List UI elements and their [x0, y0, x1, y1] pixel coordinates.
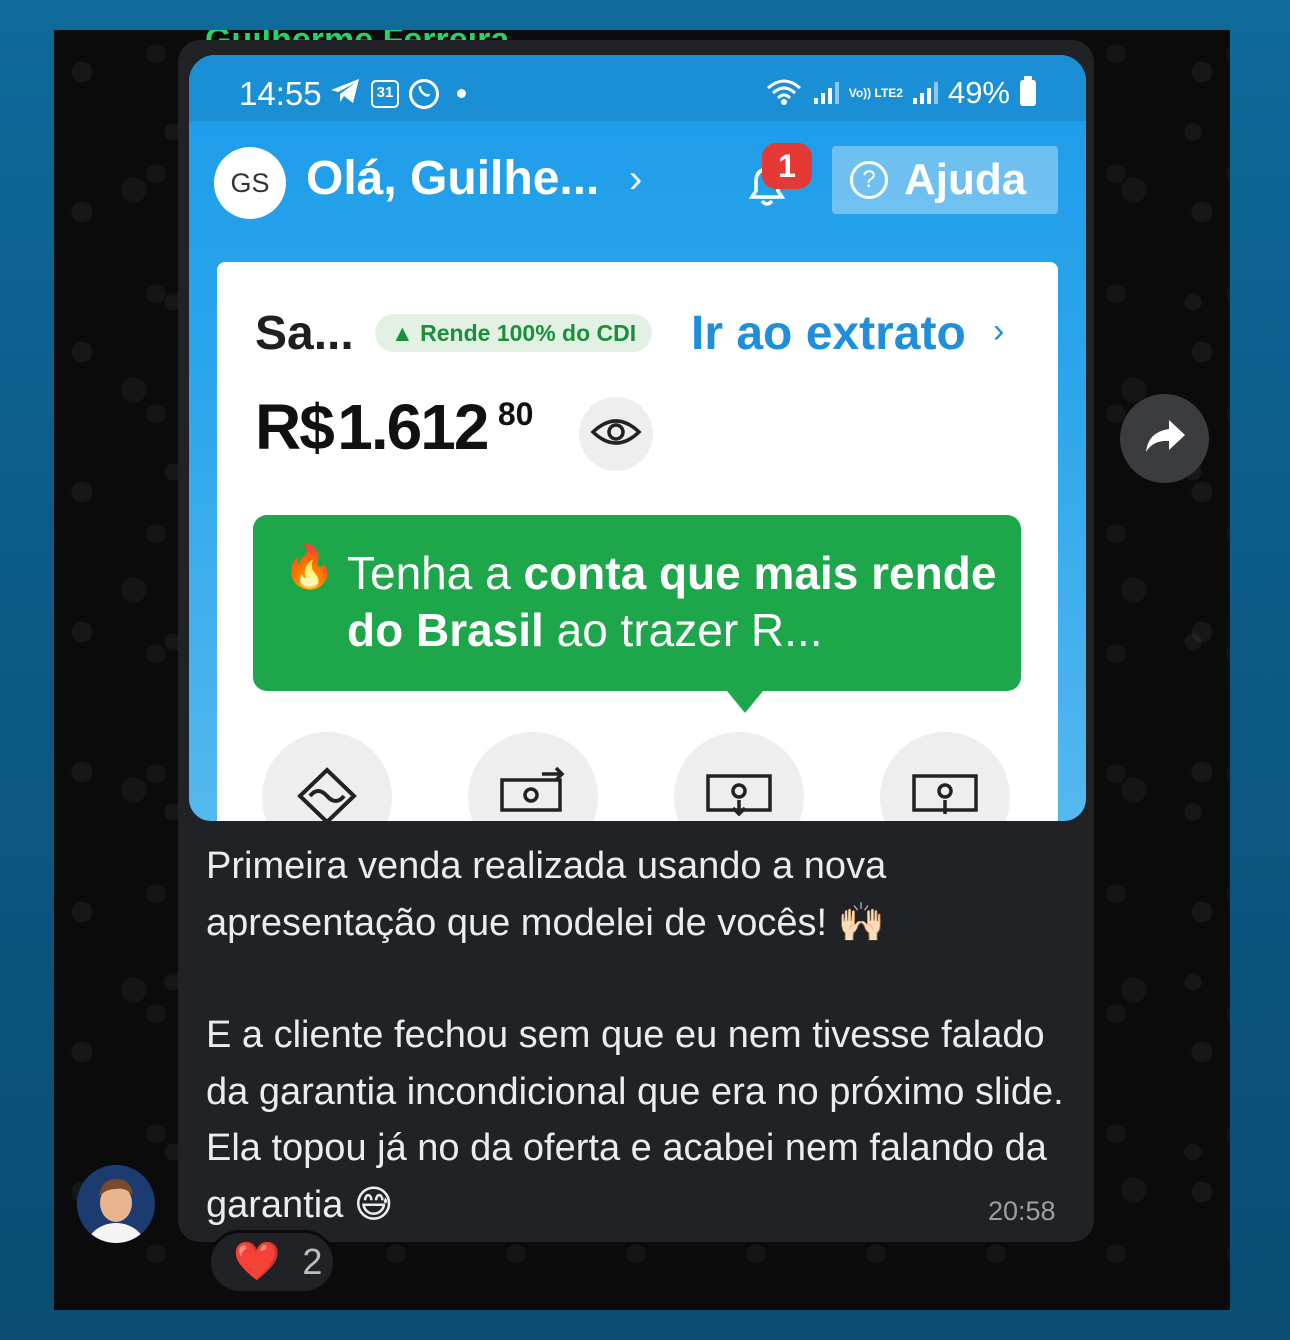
transfer-button[interactable] — [468, 732, 598, 821]
fire-icon: 🔥 — [283, 543, 336, 590]
reaction-count: 2 — [302, 1241, 323, 1282]
message-paragraph: Primeira venda realizada usando a nova a… — [206, 845, 887, 944]
pix-icon — [292, 766, 362, 821]
signal-2-icon — [912, 82, 938, 104]
toggle-visibility-button[interactable] — [579, 397, 653, 471]
promo-text: Tenha a conta que mais rende do Brasil a… — [347, 547, 997, 656]
forward-button[interactable] — [1120, 394, 1209, 483]
signal-icon — [813, 82, 839, 104]
transfer-icon — [498, 766, 568, 821]
pix-button[interactable] — [262, 732, 392, 821]
help-button[interactable]: ? Ajuda — [832, 146, 1058, 214]
promo-banner[interactable]: 🔥 Tenha a conta que mais rende do Brasil… — [253, 515, 1021, 713]
withdraw-button[interactable] — [674, 732, 804, 821]
greeting[interactable]: Olá, Guilhe... — [306, 151, 599, 206]
balance-value: 1.612 — [337, 391, 489, 463]
volte-icon: Vo)) LTE2 — [848, 86, 903, 100]
eye-icon — [590, 416, 642, 453]
notification-dot-icon — [457, 89, 466, 98]
status-bar: 14:55 31 Vo)) LTE2 49% — [189, 55, 1086, 121]
statement-link[interactable]: Ir ao extrato — [691, 306, 966, 361]
message-paragraph: E a cliente fechou sem que eu nem tivess… — [206, 1014, 1064, 1226]
action-row — [262, 732, 1022, 821]
app-header: GS Olá, Guilhe... › 1 ? Ajuda — [189, 121, 1086, 251]
cdi-badge: ▲ Rende 100% do CDI — [375, 314, 653, 352]
heart-icon: ❤️ — [233, 1241, 281, 1283]
balance-amount: R$ 1.612 80 — [255, 390, 533, 464]
balance-label: Sa... — [255, 307, 354, 360]
message-time: 20:58 — [988, 1196, 1056, 1226]
notification-badge: 1 — [762, 143, 812, 189]
calendar-icon: 31 — [371, 79, 399, 108]
forward-icon — [1143, 418, 1187, 459]
profile-avatar[interactable]: GS — [214, 147, 286, 219]
withdraw-icon — [704, 766, 774, 821]
question-icon: ? — [850, 161, 888, 199]
message-text: Primeira venda realizada usando a nova a… — [206, 838, 1066, 1233]
help-label: Ajuda — [904, 155, 1027, 204]
battery-percent: 49% — [947, 75, 1010, 110]
chevron-right-icon[interactable]: › — [993, 312, 1004, 351]
whatsapp-icon — [409, 78, 439, 109]
balance-card: Sa... ▲ Rende 100% do CDI Ir ao extrato … — [217, 262, 1058, 821]
telegram-icon — [329, 77, 361, 110]
sender-name: Guilherme Ferreira — [205, 30, 509, 40]
currency-symbol: R$ — [255, 391, 335, 463]
reaction-pill[interactable]: ❤️ 2 — [208, 1230, 336, 1294]
deposit-icon — [910, 766, 980, 821]
balance-cents: 80 — [497, 396, 534, 432]
battery-icon — [1020, 76, 1036, 106]
deposit-button[interactable] — [880, 732, 1010, 821]
status-time: 14:55 — [239, 75, 322, 112]
chevron-right-icon[interactable]: › — [629, 157, 642, 202]
wifi-icon — [764, 76, 804, 111]
sender-avatar[interactable] — [77, 1165, 155, 1243]
image-attachment[interactable]: 14:55 31 Vo)) LTE2 49% GS Olá, Guilhe...… — [189, 55, 1086, 821]
